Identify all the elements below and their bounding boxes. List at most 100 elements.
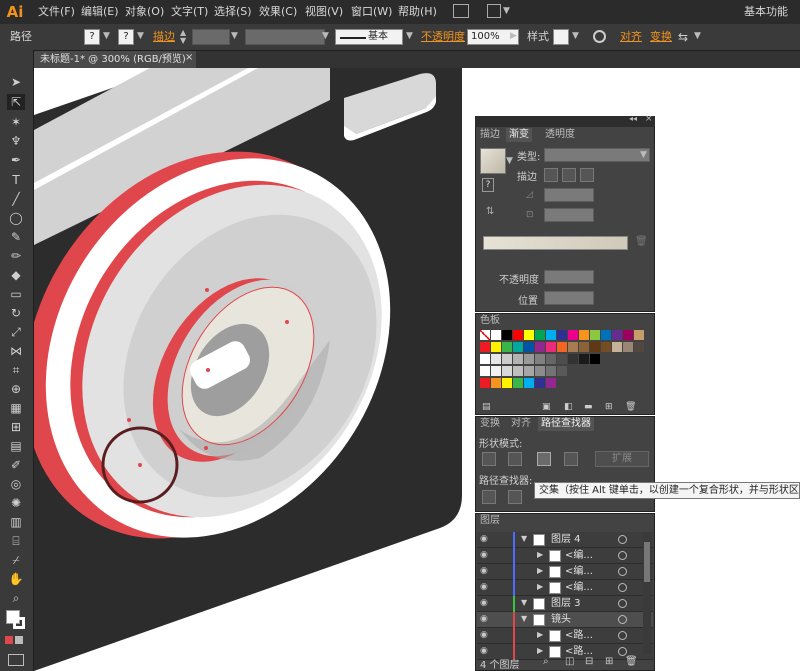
blob-brush-tool-icon[interactable]: ◆ bbox=[7, 267, 25, 283]
swatch[interactable] bbox=[546, 342, 556, 352]
swatch[interactable] bbox=[546, 378, 556, 388]
sublayer-row[interactable]: ◉ ▶ <编... bbox=[477, 564, 653, 580]
aspect-ratio-input[interactable] bbox=[544, 208, 594, 222]
delete-layer-icon[interactable]: 🗑 bbox=[625, 656, 638, 667]
tab-align[interactable]: 对齐 bbox=[511, 417, 531, 431]
chevron-down-icon[interactable]: ▼ bbox=[572, 31, 579, 41]
swatch[interactable] bbox=[568, 354, 578, 364]
visibility-eye-icon[interactable]: ◉ bbox=[480, 534, 492, 544]
direct-selection-tool-icon[interactable]: ⇱ bbox=[7, 94, 25, 110]
show-kinds-icon[interactable]: ▣ bbox=[542, 402, 551, 412]
tab-gradient[interactable]: 渐变 bbox=[506, 128, 532, 142]
layer-row[interactable]: ◉ ▼ 图层 4 bbox=[477, 532, 653, 548]
swatch[interactable] bbox=[524, 354, 534, 364]
delete-stop-icon[interactable]: 🗑 bbox=[635, 236, 648, 247]
swatch[interactable] bbox=[568, 330, 578, 340]
tab-pathfinder[interactable]: 路径查找器 bbox=[538, 417, 594, 431]
new-layer-icon[interactable]: ⊞ bbox=[605, 656, 613, 667]
swatch[interactable] bbox=[513, 330, 523, 340]
layer-name[interactable]: 镜头 bbox=[551, 613, 571, 627]
sublayer-row[interactable]: ◉ ▶ <编... bbox=[477, 548, 653, 564]
reverse-gradient-icon[interactable]: ⇅ bbox=[486, 206, 494, 217]
arrange-documents-icon[interactable] bbox=[487, 4, 501, 18]
gradient-slider[interactable] bbox=[483, 236, 628, 250]
sublayer-row[interactable]: ◉ ▶ <编... bbox=[477, 580, 653, 596]
minus-front-icon[interactable] bbox=[508, 452, 522, 466]
swatch[interactable] bbox=[579, 342, 589, 352]
scrollbar-thumb[interactable] bbox=[644, 542, 650, 582]
visibility-eye-icon[interactable]: ◉ bbox=[480, 582, 492, 592]
bridge-icon[interactable] bbox=[453, 4, 469, 18]
stroke-weight-input[interactable] bbox=[192, 29, 230, 45]
chevron-down-icon[interactable]: ▼ bbox=[506, 156, 513, 166]
hand-tool-icon[interactable]: ✋ bbox=[7, 571, 25, 587]
swatch[interactable] bbox=[502, 366, 512, 376]
swatch[interactable] bbox=[480, 342, 490, 352]
swatch[interactable] bbox=[612, 330, 622, 340]
swatch[interactable] bbox=[480, 366, 490, 376]
eyedropper-tool-icon[interactable]: ✐ bbox=[7, 457, 25, 473]
swatch[interactable] bbox=[524, 342, 534, 352]
swatch-libraries-icon[interactable]: ▤ bbox=[482, 402, 491, 412]
target-circle-icon[interactable] bbox=[618, 647, 627, 656]
selection-tool-icon[interactable]: ➤ bbox=[7, 74, 25, 90]
column-graph-tool-icon[interactable]: ▥ bbox=[7, 514, 25, 530]
menu-type[interactable]: 文字(T) bbox=[171, 0, 208, 24]
chevron-down-icon[interactable]: ▼ bbox=[694, 31, 701, 41]
swatch[interactable] bbox=[568, 342, 578, 352]
paintbrush-tool-icon[interactable]: ✎ bbox=[7, 229, 25, 245]
isolate-icon[interactable]: ⇆ bbox=[678, 30, 688, 44]
swatch[interactable] bbox=[590, 342, 600, 352]
recolor-artwork-icon[interactable] bbox=[593, 30, 606, 43]
expand-toggle-icon[interactable]: ▼ bbox=[521, 614, 527, 623]
layer-name[interactable]: <编... bbox=[565, 581, 593, 595]
swatch[interactable] bbox=[535, 342, 545, 352]
chevron-down-icon[interactable]: ▼ bbox=[231, 31, 238, 41]
expand-toggle-icon[interactable]: ▶ bbox=[537, 646, 543, 655]
locate-object-icon[interactable]: ⌕ bbox=[543, 656, 549, 667]
swatch[interactable] bbox=[590, 354, 600, 364]
layer-row[interactable]: ◉ ▼ 图层 3 bbox=[477, 596, 653, 612]
gradient-preview[interactable] bbox=[480, 148, 506, 174]
stroke-color-icon[interactable] bbox=[13, 617, 25, 629]
variable-width-profile[interactable] bbox=[245, 29, 325, 45]
swatch[interactable] bbox=[601, 342, 611, 352]
layer-name[interactable]: 图层 4 bbox=[551, 533, 581, 547]
swatch[interactable] bbox=[590, 330, 600, 340]
unite-icon[interactable] bbox=[482, 452, 496, 466]
collapse-icon[interactable]: ◂◂ bbox=[629, 114, 637, 123]
menu-edit[interactable]: 编辑(E) bbox=[81, 0, 119, 24]
angle-input[interactable] bbox=[544, 188, 594, 202]
expand-button[interactable]: 扩展 bbox=[595, 451, 649, 467]
target-circle-icon[interactable] bbox=[618, 583, 627, 592]
transform-panel-link[interactable]: 变换 bbox=[650, 24, 672, 50]
chevron-down-icon[interactable]: ▼ bbox=[137, 31, 144, 41]
swatch-options-icon[interactable]: ◧ bbox=[564, 402, 573, 412]
swatch[interactable] bbox=[623, 330, 633, 340]
exclude-icon[interactable] bbox=[564, 452, 578, 466]
eraser-tool-icon[interactable]: ▭ bbox=[7, 286, 25, 302]
swatch[interactable] bbox=[502, 354, 512, 364]
layers-scrollbar[interactable] bbox=[643, 532, 651, 654]
swatch[interactable] bbox=[557, 354, 567, 364]
swatch[interactable] bbox=[601, 330, 611, 340]
swatch[interactable] bbox=[579, 354, 589, 364]
target-circle-icon[interactable] bbox=[618, 567, 627, 576]
swatch[interactable] bbox=[502, 330, 512, 340]
layer-name[interactable]: <路... bbox=[565, 629, 593, 643]
swatch[interactable] bbox=[579, 330, 589, 340]
sublayer-row[interactable]: ◉ ▶ <路... bbox=[477, 628, 653, 644]
swatch[interactable] bbox=[513, 342, 523, 352]
expand-toggle-icon[interactable]: ▼ bbox=[521, 598, 527, 607]
intersect-icon[interactable] bbox=[537, 452, 551, 466]
target-circle-icon[interactable] bbox=[618, 535, 627, 544]
swatch[interactable] bbox=[535, 330, 545, 340]
target-circle-icon[interactable] bbox=[618, 631, 627, 640]
swatch[interactable] bbox=[491, 330, 501, 340]
swatch[interactable] bbox=[634, 330, 644, 340]
scale-tool-icon[interactable]: ⤢ bbox=[7, 324, 25, 340]
stop-opacity-input[interactable] bbox=[544, 270, 594, 284]
close-icon[interactable]: × bbox=[645, 114, 653, 124]
swatch[interactable] bbox=[546, 330, 556, 340]
mesh-tool-icon[interactable]: ⊞ bbox=[7, 419, 25, 435]
